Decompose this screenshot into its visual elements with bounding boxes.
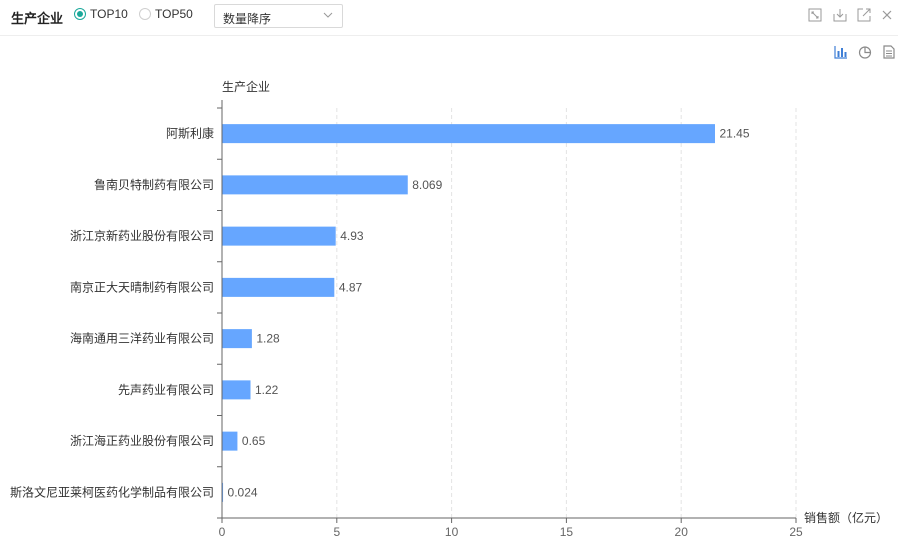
bar xyxy=(222,226,336,246)
data-label: 1.28 xyxy=(256,332,280,346)
category-label: 阿斯利康 xyxy=(166,126,214,141)
x-tick-label: 20 xyxy=(675,525,689,539)
x-tick-label: 15 xyxy=(560,525,574,539)
data-label: 4.87 xyxy=(339,280,363,294)
bar xyxy=(222,329,252,349)
bar xyxy=(222,175,408,195)
category-label: 鲁南贝特制药有限公司 xyxy=(94,177,214,192)
category-label: 海南通用三洋药业有限公司 xyxy=(70,331,214,346)
data-label: 8.069 xyxy=(412,178,442,192)
bar xyxy=(222,380,251,400)
data-label: 1.22 xyxy=(255,383,279,397)
data-label: 21.45 xyxy=(719,127,749,141)
x-tick-label: 10 xyxy=(445,525,459,539)
data-label: 4.93 xyxy=(340,229,364,243)
bar-chart: 生产企业 销售额（亿元） 0 5 10 15 20 25 阿斯利康 21.45 鲁南贝特制药有限… xyxy=(10,79,888,539)
x-tick-label: 25 xyxy=(789,525,803,539)
category-label: 南京正大天晴制药有限公司 xyxy=(70,279,214,294)
data-label: 0.024 xyxy=(228,485,258,499)
x-tick-label: 0 xyxy=(219,525,226,539)
data-label: 0.65 xyxy=(242,434,266,448)
category-label: 浙江海正药业股份有限公司 xyxy=(70,433,214,448)
x-axis-title: 销售额（亿元） xyxy=(804,510,888,525)
y-axis-title: 生产企业 xyxy=(222,79,270,94)
bar xyxy=(222,124,715,144)
bar xyxy=(222,431,238,451)
category-label: 先声药业有限公司 xyxy=(118,383,214,397)
bar xyxy=(222,482,224,502)
bar xyxy=(222,277,335,297)
category-label: 浙江京新药业股份有限公司 xyxy=(70,228,214,243)
category-label: 斯洛文尼亚莱柯医药化学制品有限公司 xyxy=(10,484,214,499)
x-tick-label: 5 xyxy=(333,525,340,539)
